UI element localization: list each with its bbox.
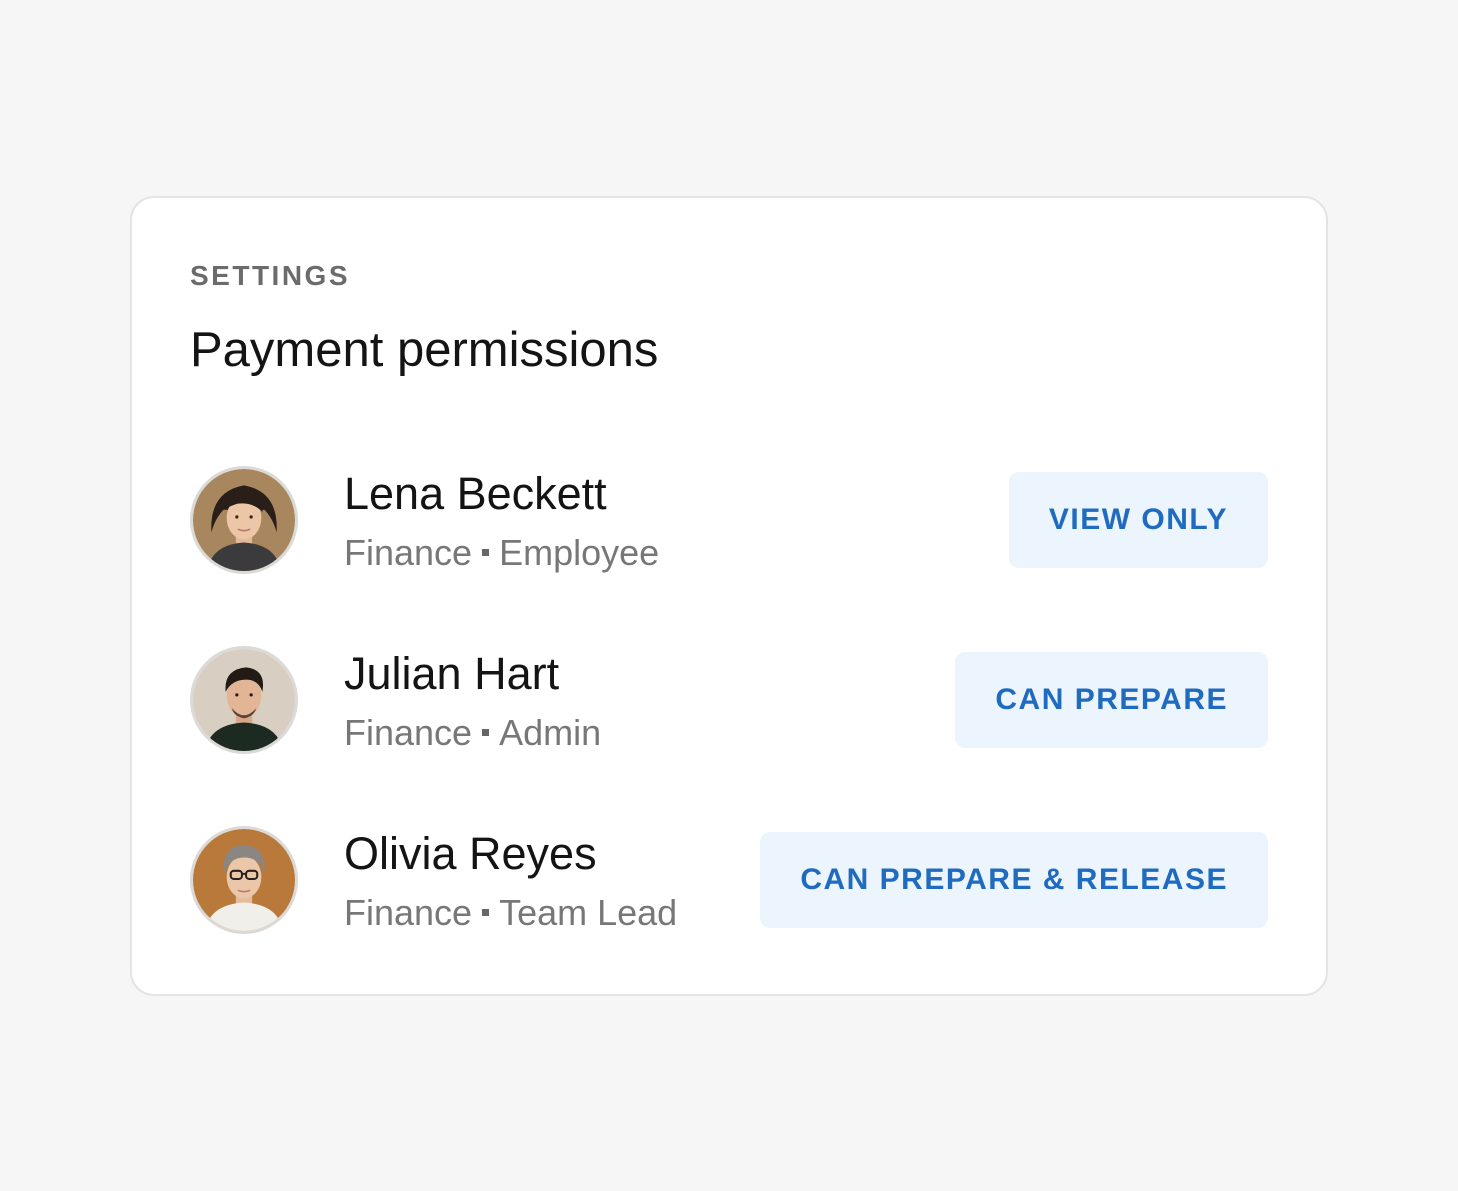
- list-item: Julian Hart Finance Admin CAN PREPARE: [190, 646, 1268, 756]
- page-title: Payment permissions: [190, 323, 659, 377]
- list-item: Lena Beckett Finance Employee VIEW ONLY: [190, 466, 1268, 576]
- avatar-portrait: [193, 829, 295, 931]
- person-name: Olivia Reyes: [344, 828, 597, 879]
- permission-button[interactable]: VIEW ONLY: [1008, 472, 1268, 568]
- person-role: Admin: [499, 712, 602, 753]
- person-department: Finance: [344, 712, 473, 753]
- separator-dot: [482, 548, 490, 556]
- person-role: Employee: [499, 532, 660, 573]
- payment-permissions-card: SETTINGS Payment permissions Lena Becket…: [130, 196, 1328, 996]
- avatar: [190, 646, 298, 754]
- avatar: [190, 826, 298, 934]
- avatar: [190, 466, 298, 574]
- separator-dot: [482, 908, 490, 916]
- person-department: Finance: [344, 532, 473, 573]
- avatar-portrait: [193, 649, 295, 751]
- separator-dot: [482, 728, 490, 736]
- permission-button[interactable]: CAN PREPARE: [955, 652, 1268, 748]
- section-eyebrow: SETTINGS: [190, 260, 351, 291]
- person-meta: Finance Employee: [344, 532, 659, 574]
- person-meta: Finance Team Lead: [344, 892, 677, 934]
- person-department: Finance: [344, 892, 473, 933]
- person-role: Team Lead: [499, 892, 678, 933]
- person-name: Julian Hart: [344, 648, 560, 699]
- list-item: Olivia Reyes Finance Team Lead CAN PREPAR…: [190, 826, 1268, 936]
- person-name: Lena Beckett: [344, 468, 607, 519]
- person-meta: Finance Admin: [344, 712, 601, 754]
- avatar-portrait: [193, 469, 295, 571]
- permission-button[interactable]: CAN PREPARE & RELEASE: [760, 832, 1268, 928]
